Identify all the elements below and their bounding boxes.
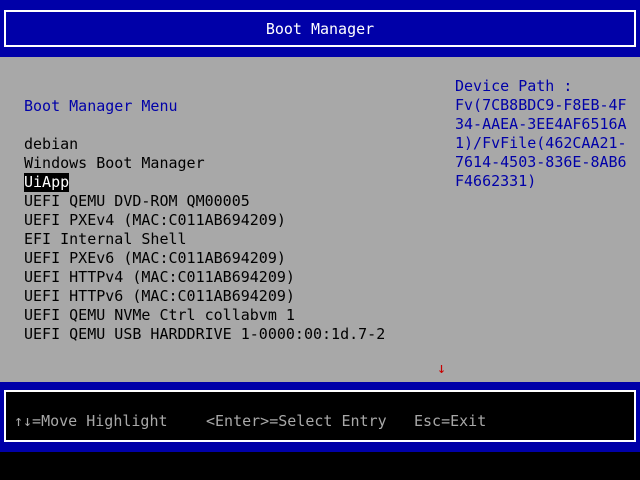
entry-label: UEFI HTTPv4 (MAC:C011AB694209): [24, 268, 295, 286]
boot-entry-uiapp[interactable]: UiApp: [24, 173, 385, 192]
boot-entry-debian[interactable]: debian: [24, 135, 385, 154]
entry-label: UEFI QEMU USB HARDDRIVE 1-0000:00:1d.7-2: [24, 325, 386, 343]
boot-entry-dvd-rom[interactable]: UEFI QEMU DVD-ROM QM00005: [24, 192, 385, 211]
header-bar: Boot Manager: [0, 0, 640, 57]
boot-menu-panel: Boot Manager Menu debian Windows Boot Ma…: [0, 57, 640, 382]
entry-label: UiApp: [24, 173, 70, 192]
entry-label: UEFI QEMU DVD-ROM QM00005: [24, 192, 250, 210]
entry-label: Windows Boot Manager: [24, 154, 205, 172]
hint-move-highlight: ↑↓=Move Highlight: [14, 412, 168, 430]
device-path-label: Device Path :: [455, 77, 573, 95]
boot-entry-list: debian Windows Boot Manager UiApp UEFI Q…: [24, 135, 385, 344]
menu-heading: Boot Manager Menu: [24, 97, 178, 115]
boot-entry-pxev6[interactable]: UEFI PXEv6 (MAC:C011AB694209): [24, 249, 385, 268]
hint-exit: Esc=Exit: [414, 412, 487, 430]
entry-label: UEFI PXEv6 (MAC:C011AB694209): [24, 249, 286, 267]
scroll-down-arrow-icon: ↓: [437, 359, 447, 377]
entry-label: EFI Internal Shell: [24, 230, 187, 248]
entry-label: debian: [24, 135, 79, 153]
entry-label: UEFI QEMU NVMe Ctrl collabvm 1: [24, 306, 295, 324]
entry-label: UEFI HTTPv6 (MAC:C011AB694209): [24, 287, 295, 305]
boot-entry-usb-harddrive[interactable]: UEFI QEMU USB HARDDRIVE 1-0000:00:1d.7-2: [24, 325, 385, 344]
boot-entry-efi-shell[interactable]: EFI Internal Shell: [24, 230, 385, 249]
page-title: Boot Manager: [265, 19, 375, 38]
boot-entry-httpv6[interactable]: UEFI HTTPv6 (MAC:C011AB694209): [24, 287, 385, 306]
device-path-value: Fv(7CB8BDC9-F8EB-4F34-AAEA-3EE4AF6516A1)…: [455, 96, 627, 190]
device-path-panel: Device Path : Fv(7CB8BDC9-F8EB-4F34-AAEA…: [455, 77, 635, 191]
entry-label: UEFI PXEv4 (MAC:C011AB694209): [24, 211, 286, 229]
boot-entry-httpv4[interactable]: UEFI HTTPv4 (MAC:C011AB694209): [24, 268, 385, 287]
boot-entry-windows-boot-manager[interactable]: Windows Boot Manager: [24, 154, 385, 173]
boot-entry-pxev4[interactable]: UEFI PXEv4 (MAC:C011AB694209): [24, 211, 385, 230]
header-frame: Boot Manager: [4, 10, 636, 47]
footer-bar: ↑↓=Move Highlight <Enter>=Select Entry E…: [0, 382, 640, 452]
hint-select-entry: <Enter>=Select Entry: [206, 412, 387, 430]
boot-entry-nvme[interactable]: UEFI QEMU NVMe Ctrl collabvm 1: [24, 306, 385, 325]
